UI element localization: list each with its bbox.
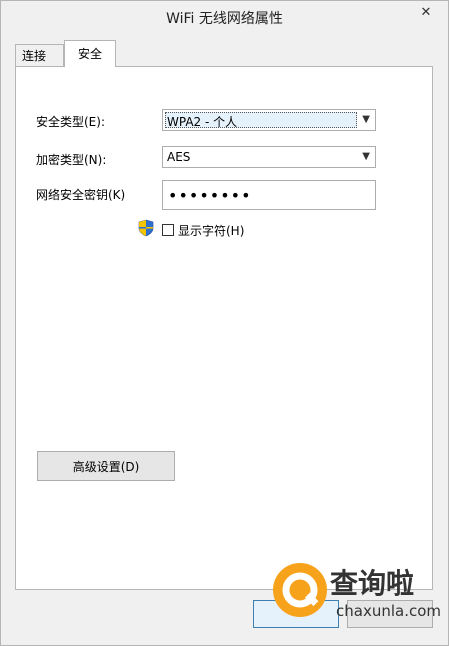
- window-title: WiFi 无线网络属性: [166, 11, 283, 27]
- show-characters-checkbox[interactable]: [162, 224, 174, 236]
- uac-shield-icon: [138, 219, 154, 237]
- watermark: 查询啦 chaxunla.com: [270, 560, 441, 630]
- show-characters-label[interactable]: 显示字符(H): [178, 222, 244, 239]
- watermark-logo-icon: [273, 563, 327, 617]
- watermark-domain: chaxunla.com: [336, 602, 441, 620]
- network-key-value: ••••••••: [168, 186, 252, 205]
- watermark-brand: 查询啦: [330, 567, 415, 600]
- advanced-settings-button[interactable]: 高级设置(D): [37, 451, 175, 481]
- dialog-window: WiFi 无线网络属性 ✕ 连接 安全 安全类型(E): WPA2 - 个人 ▼…: [0, 0, 449, 646]
- encryption-type-label: 加密类型(N):: [36, 153, 107, 167]
- network-key-input[interactable]: ••••••••: [162, 180, 376, 210]
- title-bar[interactable]: WiFi 无线网络属性 ✕: [1, 1, 448, 33]
- security-panel: 安全类型(E): WPA2 - 个人 ▼ 加密类型(N): AES ▼ 网络安全…: [15, 66, 433, 590]
- security-type-select[interactable]: WPA2 - 个人 ▼: [162, 109, 376, 131]
- encryption-type-select[interactable]: AES ▼: [162, 146, 376, 168]
- close-icon: ✕: [420, 4, 432, 20]
- tab-security[interactable]: 安全: [64, 40, 116, 67]
- close-button[interactable]: ✕: [409, 2, 443, 22]
- security-type-value: WPA2 - 个人: [167, 115, 238, 129]
- encryption-type-value: AES: [167, 150, 191, 164]
- network-key-label: 网络安全密钥(K): [36, 188, 126, 202]
- chevron-down-icon: ▼: [362, 151, 370, 162]
- chevron-down-icon: ▼: [362, 114, 370, 125]
- tab-connection[interactable]: 连接: [15, 44, 64, 66]
- security-type-label: 安全类型(E):: [36, 115, 105, 129]
- advanced-settings-label: 高级设置(D): [72, 459, 140, 474]
